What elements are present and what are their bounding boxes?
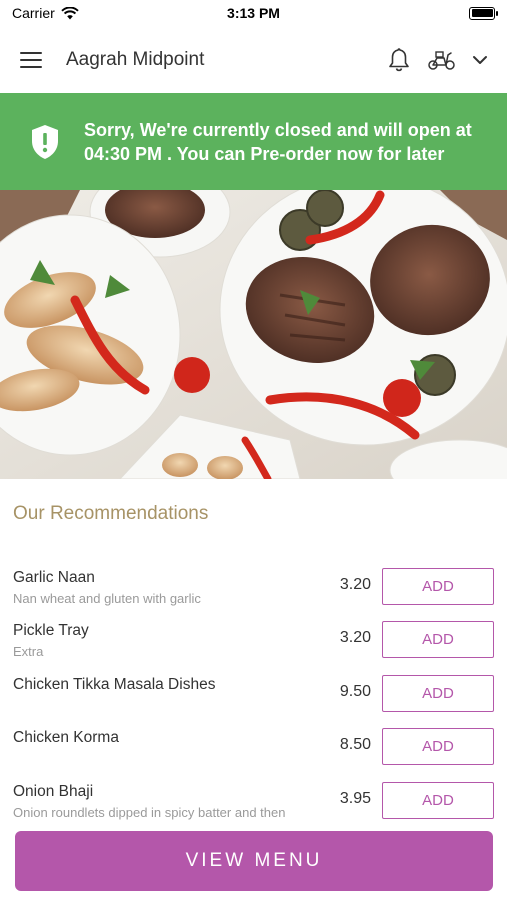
item-price: 3.20 [339, 629, 371, 647]
add-button[interactable]: ADD [382, 781, 494, 819]
item-price: 3.20 [339, 576, 371, 593]
add-button[interactable]: ADD [382, 728, 494, 766]
status-bar: Carrier 3:13 PM [0, 0, 507, 26]
delivery-mode-selector[interactable] [427, 49, 489, 71]
list-item: Chicken Tikka Masala Dishes 9.50 ADD [0, 667, 507, 720]
list-item: Garlic Naan Nan wheat and gluten with ga… [0, 560, 507, 613]
item-description: Extra [13, 644, 44, 660]
wifi-icon [61, 6, 79, 19]
nav-bar: Aagrah Midpoint [0, 26, 507, 93]
add-button[interactable]: ADD [382, 621, 494, 659]
item-name: Chicken Tikka Masala Dishes [13, 675, 216, 693]
chevron-down-icon [473, 55, 487, 64]
scooter-icon [428, 50, 455, 70]
hamburger-icon[interactable] [18, 50, 44, 70]
shield-icon [32, 124, 58, 159]
add-button[interactable]: ADD [382, 674, 494, 712]
item-price: 9.50 [339, 682, 371, 700]
item-description: Nan wheat and gluten with garlic [13, 591, 201, 606]
bell-icon[interactable] [387, 47, 411, 73]
item-price: 8.50 [339, 736, 371, 754]
list-item: Pickle Tray Extra 3.20 ADD [0, 613, 507, 666]
carrier-label: Carrier [12, 5, 55, 21]
item-name: Onion Bhaji [13, 782, 94, 800]
battery-icon [469, 6, 498, 20]
item-name: Pickle Tray [13, 622, 89, 640]
item-price: 3.95 [339, 789, 371, 807]
item-name: Chicken Korma [13, 729, 119, 747]
list-item: Chicken Korma 8.50 ADD [0, 720, 507, 773]
closed-message: Sorry, We're currently closed and will o… [84, 119, 472, 164]
closed-banner: Sorry, We're currently closed and will o… [0, 93, 507, 190]
recommendations-list: Garlic Naan Nan wheat and gluten with ga… [0, 560, 507, 827]
hero-food-image [0, 190, 507, 479]
add-button[interactable]: ADD [382, 568, 494, 605]
restaurant-title: Aagrah Midpoint [66, 48, 205, 70]
item-description: Onion roundlets dipped in spicy batter a… [13, 804, 286, 820]
item-name: Garlic Naan [13, 569, 95, 586]
list-item: Onion Bhaji Onion roundlets dipped in sp… [0, 774, 507, 827]
view-menu-button[interactable]: VIEW MENU [15, 831, 493, 891]
section-title: Our Recommendations [13, 503, 209, 524]
